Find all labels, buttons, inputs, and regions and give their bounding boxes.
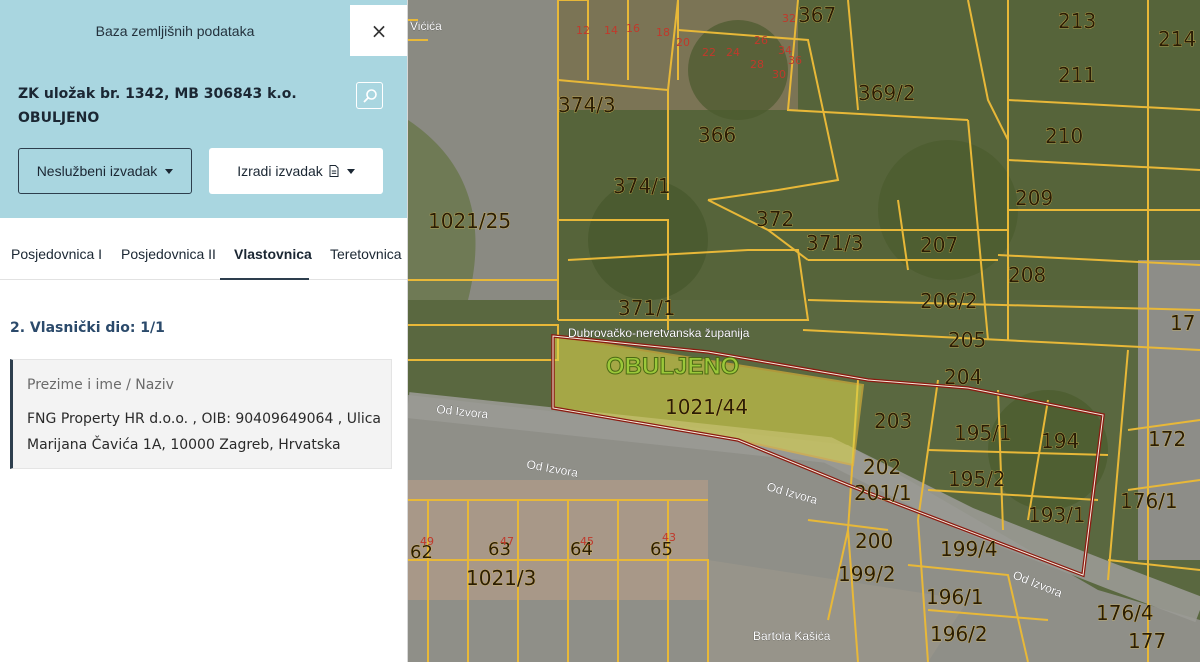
parcel-label: 176/1 (1120, 489, 1178, 513)
house-number: 14 (604, 24, 618, 37)
house-number: 49 (420, 535, 434, 548)
parcel-label: 195/2 (948, 467, 1006, 491)
parcel-label: 205 (948, 328, 986, 352)
tab-posjedovnica-2[interactable]: Posjedovnica II (121, 230, 216, 280)
parcel-label: 1021/3 (466, 566, 536, 590)
street-label: Vićića (410, 19, 442, 33)
search-icon (362, 88, 377, 103)
street-label: Bartola Kašića (753, 629, 831, 643)
ownership-share-title: 2. Vlasnički dio: 1/1 (10, 320, 165, 336)
parcel-label: 202 (863, 455, 901, 479)
parcel-label: 209 (1015, 186, 1053, 210)
chevron-down-icon (165, 168, 174, 174)
parcel-label: 17 (1170, 311, 1195, 335)
house-number: 20 (676, 36, 690, 49)
owner-value: FNG Property HR d.o.o. , OIB: 9040964906… (27, 411, 381, 453)
create-extract-label: Izradi izvadak (237, 163, 323, 179)
unofficial-extract-label: Neslužbeni izvadak (36, 163, 158, 179)
parcel-label: 172 (1148, 427, 1186, 451)
parcel-label: 203 (874, 409, 912, 433)
tab-vlastovnica[interactable]: Vlastovnica (234, 230, 312, 280)
parcel-label: 206/2 (920, 289, 978, 313)
parcel-title: ZK uložak br. 1342, MB 306843 k.o. OBULJ… (18, 86, 297, 126)
parcel-label: 374/1 (613, 174, 671, 198)
parcel-label: 204 (944, 365, 982, 389)
tab-posjedovnica-1[interactable]: Posjedovnica I (11, 230, 102, 280)
parcel-label: 213 (1058, 9, 1096, 33)
house-number: 43 (662, 531, 676, 544)
close-icon: × (370, 18, 388, 43)
close-button[interactable]: × (350, 5, 407, 56)
search-button[interactable] (356, 82, 383, 109)
parcel-label: 366 (698, 123, 736, 147)
active-tab-indicator (220, 278, 309, 280)
house-number: 24 (726, 46, 740, 59)
owner-card: Prezime i ime / Naziv FNG Property HR d.… (10, 359, 392, 469)
parcel-label: 207 (920, 233, 958, 257)
tab-teretovnica[interactable]: Teretovnica (330, 230, 402, 280)
map-canvas[interactable]: 367 213 214 369/2 211 374/3 366 210 374/… (408, 0, 1200, 662)
parcel-label: 371/3 (806, 231, 864, 255)
house-number: 26 (754, 34, 768, 47)
parcel-label: 196/1 (926, 585, 984, 609)
cadastral-map[interactable]: 367 213 214 369/2 211 374/3 366 210 374/… (408, 0, 1200, 662)
parcel-label: 372 (756, 207, 794, 231)
parcel-label: 196/2 (930, 622, 988, 646)
parcel-label: 176/4 (1096, 601, 1154, 625)
document-icon (329, 165, 339, 177)
house-number: 12 (576, 24, 590, 37)
parcel-label: 201/1 (854, 481, 912, 505)
chevron-down-icon (346, 168, 355, 174)
house-number: 32 (782, 12, 796, 25)
parcel-label: 210 (1045, 124, 1083, 148)
land-registry-panel: Baza zemljišnih podataka × ZK uložak br.… (0, 0, 408, 662)
unofficial-extract-button[interactable]: Neslužbeni izvadak (18, 148, 192, 194)
cadastral-municipality-label: OBULJENO (606, 353, 739, 380)
create-extract-button[interactable]: Izradi izvadak (209, 148, 383, 194)
parcel-label: 177 (1128, 629, 1166, 653)
house-number: 16 (626, 22, 640, 35)
parcel-label: 374/3 (558, 93, 616, 117)
panel-title: Baza zemljišnih podataka (95, 22, 255, 39)
parcel-label: 199/2 (838, 562, 896, 586)
panel-header: Baza zemljišnih podataka × ZK uložak br.… (0, 0, 407, 218)
parcel-label: 369/2 (858, 81, 916, 105)
owner-field-label: Prezime i ime / Naziv (27, 377, 174, 393)
tab-bar: Posjedovnica I Posjedovnica II Vlastovni… (0, 230, 407, 280)
parcel-label: 371/1 (618, 296, 676, 320)
parcel-label: 1021/44 (665, 395, 748, 419)
parcel-label: 194 (1041, 429, 1079, 453)
house-number: 22 (702, 46, 716, 59)
parcel-label: 195/1 (954, 421, 1012, 445)
house-number: 36 (788, 54, 802, 67)
parcel-label: 208 (1008, 263, 1046, 287)
parcel-label: 214 (1158, 27, 1196, 51)
house-number: 30 (772, 68, 786, 81)
house-number: 18 (656, 26, 670, 39)
parcel-label: 211 (1058, 63, 1096, 87)
house-number: 45 (580, 535, 594, 548)
house-number: 47 (500, 535, 514, 548)
parcel-label: 193/1 (1028, 503, 1086, 527)
parcel-label: 200 (855, 529, 893, 553)
parcel-label: 367 (798, 3, 836, 27)
parcel-label: 199/4 (940, 537, 998, 561)
parcel-label: 1021/25 (428, 209, 511, 233)
house-number: 28 (750, 58, 764, 71)
region-label: Dubrovačko-neretvanska županija (568, 326, 750, 340)
